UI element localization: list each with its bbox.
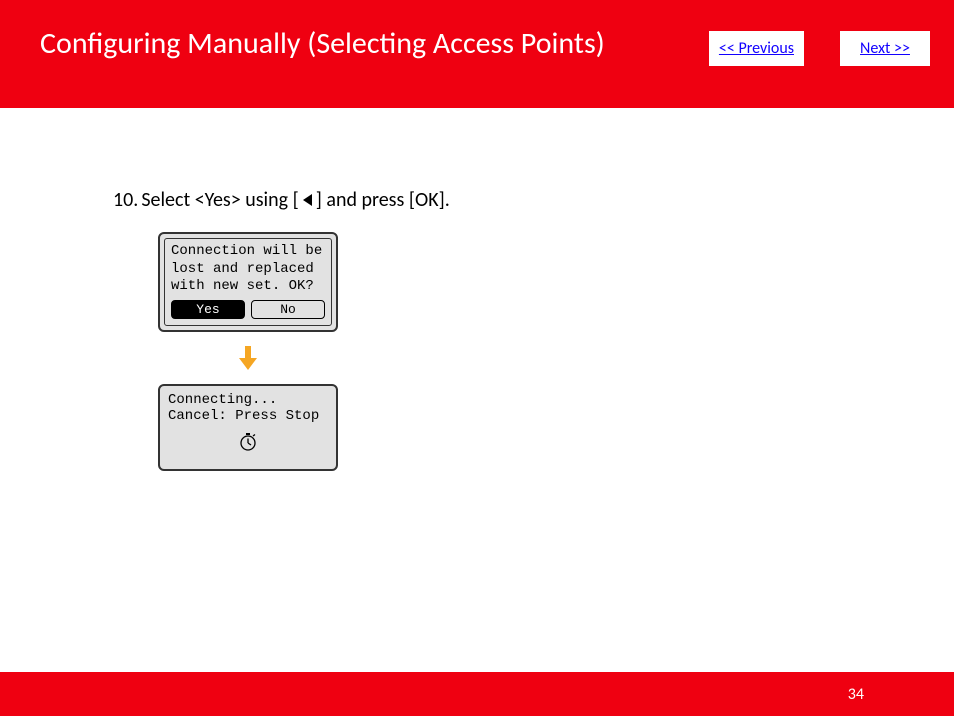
connecting-line-1: Connecting... <box>168 392 328 408</box>
content-area: 10. Select <Yes> using [ ] and press [OK]… <box>0 108 954 471</box>
step-number: 10. <box>113 188 138 212</box>
no-button: No <box>251 300 325 319</box>
step-text-1: Select <Yes> using [ <box>141 188 298 212</box>
yes-button: Yes <box>171 300 245 319</box>
yes-no-row: Yes No <box>171 300 325 319</box>
footer-bar: 34 <box>0 672 954 716</box>
connecting-screen: Connecting... Cancel: Press Stop <box>158 384 338 471</box>
header-bar: Configuring Manually (Selecting Access P… <box>0 0 954 108</box>
step-instruction: 10. Select <Yes> using [ ] and press [OK]… <box>113 188 954 212</box>
clock-icon <box>168 432 328 459</box>
page-title: Configuring Manually (Selecting Access P… <box>40 25 709 62</box>
confirm-line-3: with new set. OK? <box>171 278 325 296</box>
confirm-line-1: Connection will be <box>171 243 325 261</box>
step-text-2: ] and press [OK]. <box>316 188 450 212</box>
page-number: 34 <box>848 685 864 704</box>
confirm-message: Connection will be lost and replaced wit… <box>171 243 325 296</box>
connecting-line-2: Cancel: Press Stop <box>168 408 328 424</box>
nav-buttons: << Previous Next >> <box>709 31 930 66</box>
confirm-line-2: lost and replaced <box>171 261 325 279</box>
previous-button[interactable]: << Previous <box>709 31 804 66</box>
next-button[interactable]: Next >> <box>840 31 930 66</box>
down-arrow-icon <box>239 346 257 370</box>
confirmation-screen: Connection will be lost and replaced wit… <box>158 232 338 332</box>
left-arrow-icon <box>303 194 312 206</box>
screen-sequence: Connection will be lost and replaced wit… <box>158 232 338 471</box>
confirmation-screen-inner: Connection will be lost and replaced wit… <box>164 238 332 326</box>
